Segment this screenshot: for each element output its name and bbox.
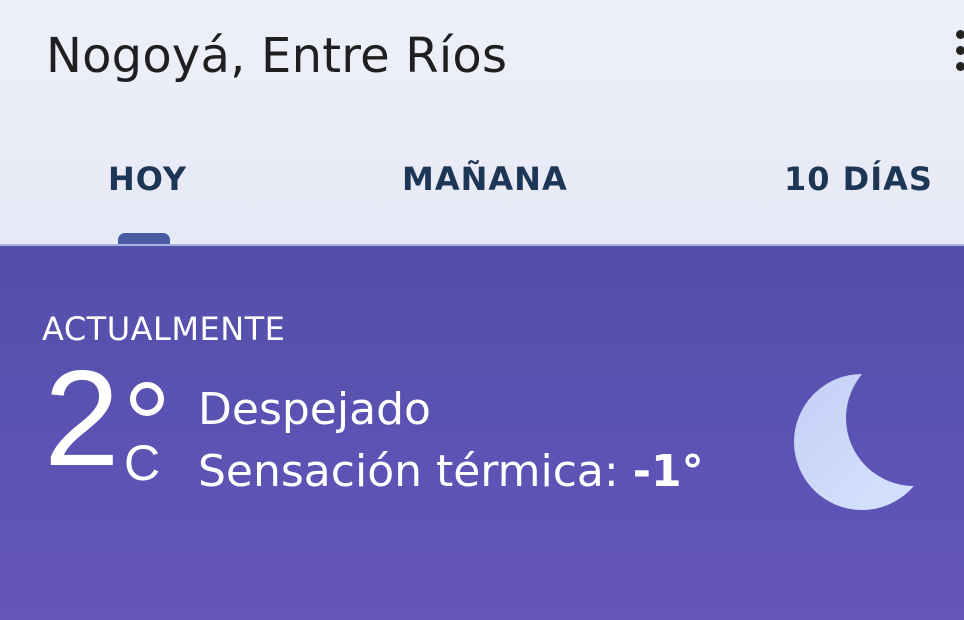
- feels-like-label: Sensación térmica:: [198, 446, 619, 497]
- condition-text: Despejado: [198, 384, 431, 435]
- current-temperature: 2: [44, 342, 120, 494]
- feels-like-value: -1°: [632, 446, 704, 497]
- weather-app: Nogoyá, Entre Ríos HOY MAÑANA 10 DÍAS AC…: [0, 0, 964, 620]
- location-title[interactable]: Nogoyá, Entre Ríos: [46, 28, 507, 84]
- tab-tomorrow[interactable]: MAÑANA: [402, 160, 568, 198]
- temperature-unit: C: [124, 435, 161, 491]
- moon-icon: [794, 374, 928, 510]
- degree-symbol: [130, 382, 164, 416]
- more-options-icon[interactable]: [952, 30, 964, 72]
- app-header: Nogoyá, Entre Ríos HOY MAÑANA 10 DÍAS: [0, 0, 964, 247]
- tab-today[interactable]: HOY: [108, 160, 187, 198]
- feels-like: Sensación térmica: -1°: [198, 446, 704, 497]
- tab-10-days[interactable]: 10 DÍAS: [784, 160, 933, 198]
